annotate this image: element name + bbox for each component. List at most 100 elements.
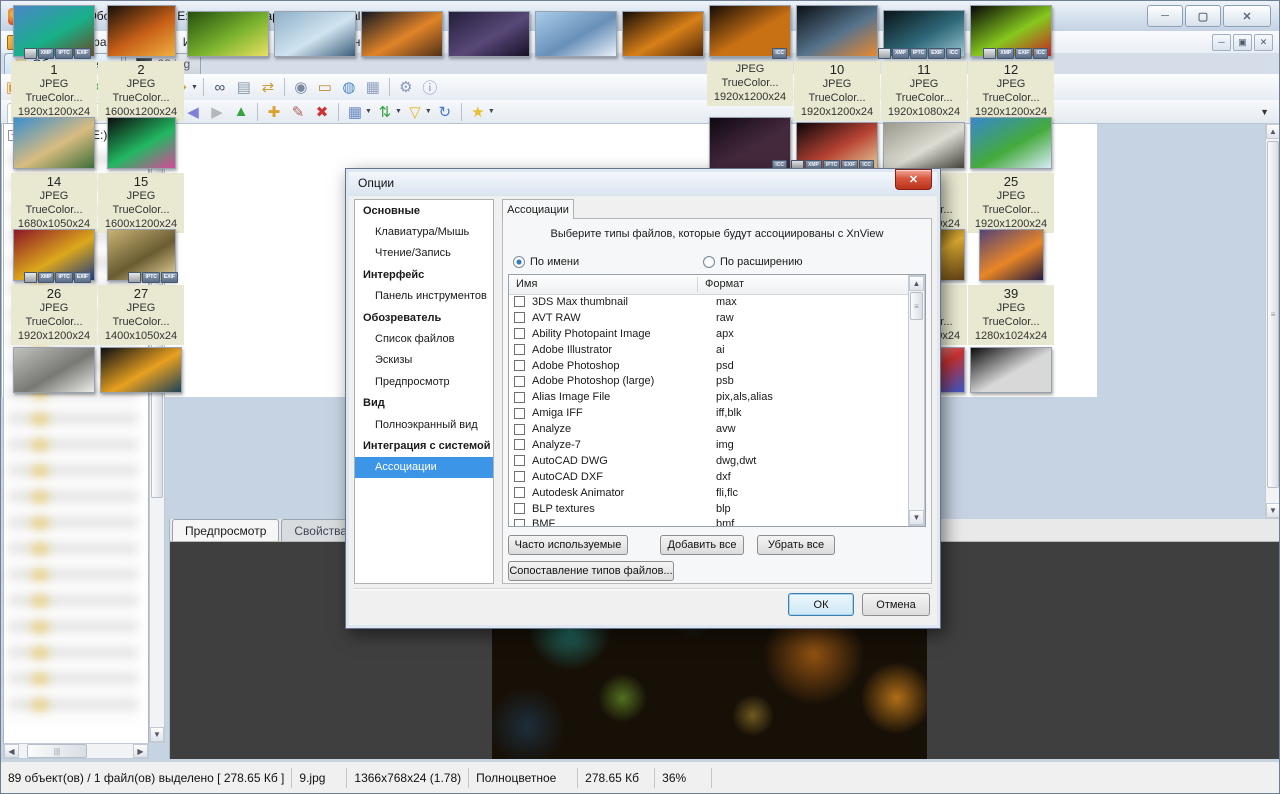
options-tree-item-Ассоциации[interactable]: Ассоциации	[355, 457, 493, 478]
filetype-row[interactable]: Ability Photopaint Imageapx	[509, 326, 908, 342]
options-tree-item-Интеграция с системой[interactable]: Интеграция с системой	[355, 435, 493, 456]
filetype-list-scrollbar[interactable]: ▲ ≡ ▼	[908, 275, 925, 526]
tree-hscroll-thumb[interactable]: |||	[27, 744, 87, 758]
filter-icon-dropdown[interactable]: ▼	[425, 108, 432, 115]
maximize-button[interactable]: ▢	[1185, 5, 1221, 27]
close-button[interactable]: ✕	[1223, 5, 1271, 27]
thumbnail-cell[interactable]: 14JPEG TrueColor...1680x1050x24	[11, 117, 97, 233]
radio-by-name[interactable]: По имени	[513, 256, 579, 268]
list-scroll-down-icon[interactable]: ▼	[909, 510, 924, 525]
favorites-star-icon-dropdown[interactable]: ▼	[488, 108, 495, 115]
thumbnail-cell[interactable]: XMPIPTCEXIF26JPEG TrueColor...1920x1200x…	[11, 229, 97, 345]
thumbnail-cell[interactable]	[185, 5, 271, 57]
filetype-checkbox[interactable]	[514, 328, 525, 339]
filetype-checkbox[interactable]	[514, 360, 525, 371]
remove-all-button[interactable]: Убрать все	[757, 535, 835, 555]
thumbnail-cell[interactable]: 10JPEG TrueColor...1920x1200x24	[794, 5, 880, 121]
tree-scroll-left-icon[interactable]: ◀	[4, 744, 19, 758]
browser-scroll-up-icon[interactable]: ▲	[1266, 124, 1280, 139]
screen-icon[interactable]: ▭	[313, 76, 337, 98]
up-icon[interactable]: ▲	[229, 101, 253, 123]
forward-icon[interactable]: ▶	[205, 101, 229, 123]
thumbnail-cell[interactable]: 15JPEG TrueColor...1600x1200x24	[98, 117, 184, 233]
options-tree-item-Полноэкранный вид[interactable]: Полноэкранный вид	[355, 414, 493, 435]
refresh-icon[interactable]: ↻	[433, 101, 457, 123]
filetype-row[interactable]: AutoCAD DXFdxf	[509, 469, 908, 485]
thumbnail-cell[interactable]: XMPIPTCEXIFICC11JPEG TrueColor...1920x10…	[881, 5, 967, 121]
filter-icon[interactable]: ▽	[403, 101, 427, 123]
filetype-checkbox[interactable]	[514, 296, 525, 307]
filetype-mapping-button[interactable]: Сопоставление типов файлов...	[508, 561, 674, 581]
frequently-used-button[interactable]: Часто используемые	[508, 535, 628, 555]
tree-scroll-down-icon[interactable]: ▼	[150, 727, 164, 742]
filetype-checkbox[interactable]	[514, 312, 525, 323]
browser-scroll-thumb[interactable]: ≡	[1267, 141, 1279, 488]
capture-icon[interactable]: ◉	[289, 76, 313, 98]
filetype-row[interactable]: BMFbmf	[509, 516, 908, 527]
filetype-checkbox[interactable]	[514, 424, 525, 435]
dialog-close-button[interactable]: ✕	[895, 169, 932, 190]
search-icon[interactable]: ∞	[208, 76, 232, 98]
filetype-row[interactable]: AVT RAWraw	[509, 310, 908, 326]
options-tree-item-Основные[interactable]: Основные	[355, 200, 493, 221]
settings-icon[interactable]: ⚙	[394, 76, 418, 98]
column-format[interactable]: Формат	[705, 278, 744, 290]
list-scroll-up-icon[interactable]: ▲	[909, 276, 924, 291]
radio-by-name-icon[interactable]	[513, 256, 525, 268]
filetype-checkbox[interactable]	[514, 487, 525, 498]
filetype-row[interactable]: Amiga IFFiff,blk	[509, 405, 908, 421]
print-icon[interactable]: ▤	[232, 76, 256, 98]
filetype-row[interactable]: BLP texturesblp	[509, 501, 908, 517]
filetype-row[interactable]: Analyze-7img	[509, 437, 908, 453]
convert-icon[interactable]: ⇄	[256, 76, 280, 98]
tree-hscrollbar[interactable]: ◀ ||| ▶	[3, 743, 149, 759]
filetype-checkbox[interactable]	[514, 408, 525, 419]
options-tree-item-Интерфейс[interactable]: Интерфейс	[355, 264, 493, 285]
filetype-checkbox[interactable]	[514, 376, 525, 387]
options-tree-item-Эскизы[interactable]: Эскизы	[355, 350, 493, 371]
filetype-row[interactable]: Adobe Illustratorai	[509, 342, 908, 358]
ok-button[interactable]: ОК	[788, 593, 854, 616]
view-mode-icon-dropdown[interactable]: ▼	[365, 108, 372, 115]
thumbnail-cell[interactable]	[968, 341, 1054, 393]
open-with-icon-dropdown[interactable]: ▼	[191, 84, 198, 91]
radio-by-extension-icon[interactable]	[703, 256, 715, 268]
mdi-restore-button[interactable]: ▣	[1233, 34, 1252, 51]
mdi-minimize-button[interactable]: ─	[1212, 34, 1231, 51]
options-tree-item-Список файлов[interactable]: Список файлов	[355, 328, 493, 349]
filetype-row[interactable]: Adobe Photoshoppsd	[509, 358, 908, 374]
thumbnail-cell[interactable]	[272, 5, 358, 57]
filetype-checkbox[interactable]	[514, 455, 525, 466]
radio-by-extension[interactable]: По расширению	[703, 256, 803, 268]
thumbnail-cell[interactable]	[533, 5, 619, 57]
thumbnail-cell[interactable]	[620, 5, 706, 57]
filetype-row[interactable]: Alias Image Filepix,als,alias	[509, 389, 908, 405]
thumbnail-cell[interactable]: 39JPEG TrueColor...1280x1024x24	[968, 229, 1054, 345]
filetype-row[interactable]: Analyzeavw	[509, 421, 908, 437]
filetype-checkbox[interactable]	[514, 519, 525, 527]
thumbnail-cell[interactable]: XMPIPTCEXIF1JPEG TrueColor...1920x1200x2…	[11, 5, 97, 121]
sort-icon-dropdown[interactable]: ▼	[395, 108, 402, 115]
thumbnail-cell[interactable]	[11, 341, 97, 393]
mdi-close-button[interactable]: ✕	[1254, 34, 1273, 51]
options-tree-item-Обозреватель[interactable]: Обозреватель	[355, 307, 493, 328]
thumbnail-cell[interactable]: XMPEXIFICC12JPEG TrueColor...1920x1200x2…	[968, 5, 1054, 121]
minimize-button[interactable]: ─	[1147, 5, 1183, 27]
tab-preview[interactable]: Предпросмотр	[172, 519, 279, 541]
info-icon[interactable]: ⓘ	[418, 76, 442, 98]
new-folder-icon[interactable]: ✚	[262, 101, 286, 123]
add-all-button[interactable]: Добавить все	[660, 535, 744, 555]
filetype-checkbox[interactable]	[514, 439, 525, 450]
options-tree-item-Панель инструментов[interactable]: Панель инструментов	[355, 286, 493, 307]
filetype-row[interactable]: AutoCAD DWGdwg,dwt	[509, 453, 908, 469]
thumbnail-cell[interactable]: IPTCEXIF27JPEG TrueColor...1400x1050x24	[98, 229, 184, 345]
options-tree-item-Предпросмотр[interactable]: Предпросмотр	[355, 371, 493, 392]
rename-icon[interactable]: ✎	[286, 101, 310, 123]
favorites-star-icon[interactable]: ★	[466, 101, 490, 123]
filetype-checkbox[interactable]	[514, 344, 525, 355]
thumbnail-cell[interactable]	[98, 341, 184, 393]
web-icon[interactable]: ◍	[337, 76, 361, 98]
thumbnail-cell[interactable]	[446, 5, 532, 57]
thumbnail-cell[interactable]	[359, 5, 445, 57]
tab-associations[interactable]: Ассоциации	[502, 199, 574, 219]
